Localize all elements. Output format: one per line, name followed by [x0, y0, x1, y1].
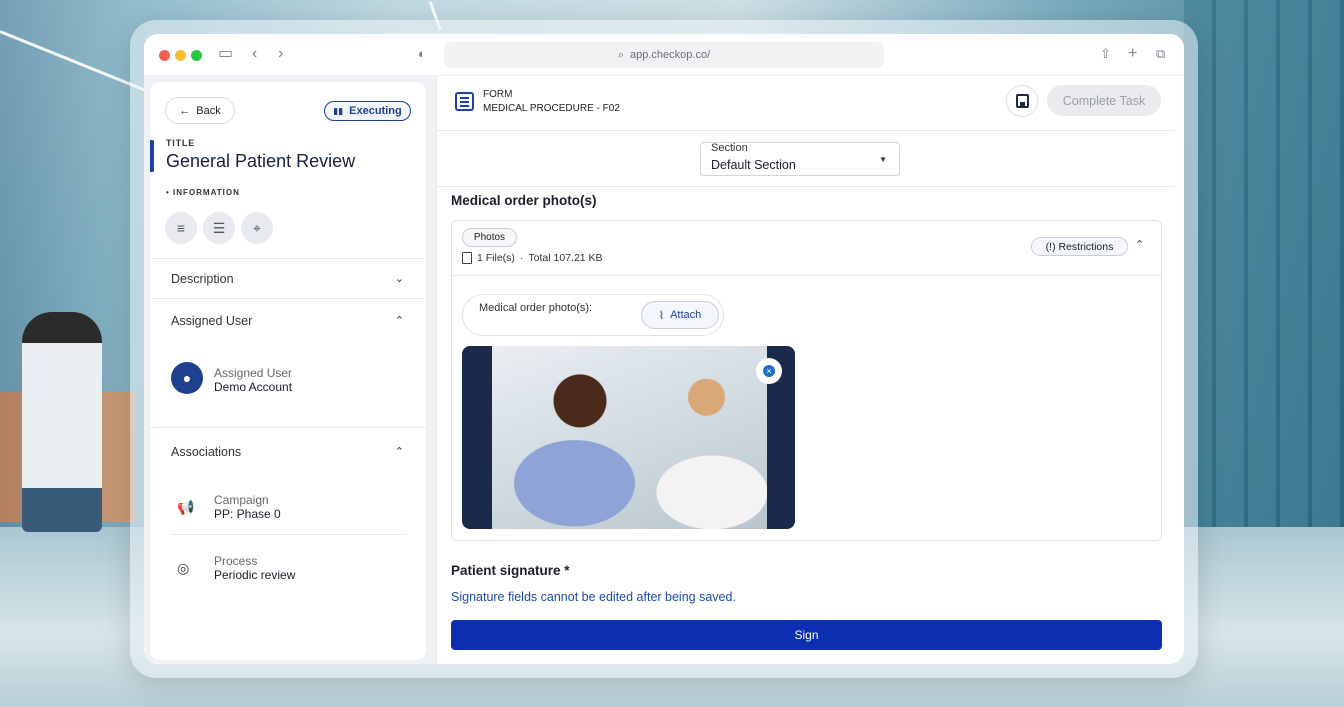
chevron-down-icon: ⌄	[394, 273, 404, 285]
remove-photo-button[interactable]: ×	[756, 358, 782, 384]
information-label: • INFORMATION	[166, 188, 240, 197]
association-process[interactable]: ◎ Process Periodic review	[171, 548, 407, 596]
attach-label: Attach	[670, 309, 702, 321]
upload-label: Medical order photo(s):	[479, 302, 593, 314]
form-name: MEDICAL PROCEDURE - F02	[483, 103, 620, 114]
section-select-value: Default Section	[711, 158, 796, 172]
association-value: PP: Phase 0	[214, 507, 281, 521]
text-lines-icon[interactable]: ≡	[165, 212, 197, 244]
new-tab-icon[interactable]: +	[1128, 45, 1137, 63]
form-icon	[455, 92, 474, 111]
file-info: 1 File(s) · Total 107.21 KB	[462, 252, 603, 264]
association-value: Periodic review	[214, 568, 296, 582]
minimize-window-icon[interactable]	[175, 50, 186, 61]
assigned-user: Assigned User Demo Account	[171, 360, 407, 408]
forward-arrow-icon[interactable]: ›	[278, 45, 283, 63]
task-details-panel: ← Back ▮▮ Executing TITLE General Patien…	[150, 82, 426, 660]
address-bar[interactable]: ⌕ app.checkop.co/	[444, 42, 884, 68]
title-label: TITLE	[166, 138, 195, 148]
save-icon	[1015, 94, 1029, 108]
file-separator: ·	[519, 252, 524, 264]
description-section[interactable]: Description ⌄	[150, 258, 426, 298]
upload-row: Medical order photo(s): ⌇ Attach	[462, 294, 724, 336]
signature-note: Signature fields cannot be edited after …	[451, 590, 736, 604]
process-icon: ◎	[177, 560, 190, 576]
save-button[interactable]	[1006, 85, 1038, 117]
status-badge: ▮▮ Executing	[324, 101, 411, 121]
complete-task-button[interactable]: Complete Task	[1047, 85, 1161, 116]
browser-window: ▭ ‹ › ◐ ⌕ app.checkop.co/ ⇧ + ⧉ ← Back ▮…	[144, 34, 1184, 664]
background-doctor-figure	[22, 312, 102, 532]
chevron-up-icon: ⌃	[394, 315, 404, 327]
assigned-user-section[interactable]: Assigned User ⌃	[150, 298, 426, 342]
assigned-user-section-label: Assigned User	[171, 313, 253, 328]
close-icon: ×	[763, 365, 775, 377]
back-button[interactable]: ← Back	[165, 97, 235, 124]
file-icon	[462, 252, 472, 264]
section-select-label: Section	[711, 142, 748, 154]
photos-field-card: Photos 1 File(s) · Total 107.21 KB (!) R…	[451, 220, 1162, 541]
section-select[interactable]: Section Default Section ▼	[700, 142, 900, 176]
assigned-user-value: Demo Account	[214, 380, 293, 394]
association-campaign[interactable]: 📢 Campaign PP: Phase 0	[171, 487, 407, 535]
location-pin-icon[interactable]: ⌖	[241, 212, 273, 244]
associations-section[interactable]: Associations ⌃	[150, 427, 426, 475]
section-divider	[437, 186, 1175, 187]
association-label: Campaign	[214, 493, 269, 507]
status-label: Executing	[349, 105, 402, 117]
card-divider	[452, 275, 1161, 276]
tabs-icon[interactable]: ⧉	[1156, 45, 1165, 63]
back-arrow-icon[interactable]: ‹	[252, 45, 257, 63]
photos-heading: Medical order photo(s)	[451, 193, 597, 208]
caret-down-icon: ▼	[879, 155, 887, 164]
chevron-up-icon: ⌃	[394, 446, 404, 458]
description-label: Description	[171, 271, 234, 286]
page-title: General Patient Review	[166, 151, 356, 171]
sign-button[interactable]: Sign	[451, 620, 1162, 650]
url-text: app.checkop.co/	[630, 49, 711, 61]
back-label: Back	[196, 104, 221, 117]
arrow-left-icon: ←	[179, 104, 191, 117]
share-icon[interactable]: ⇧	[1100, 45, 1111, 63]
file-total-size: Total 107.21 KB	[528, 252, 603, 264]
attached-photo[interactable]: ×	[462, 346, 795, 529]
form-label: FORM	[483, 89, 513, 100]
form-content: FORM MEDICAL PROCEDURE - F02 Complete Ta…	[436, 76, 1175, 664]
sidebar-icon[interactable]: ▭	[218, 45, 233, 63]
browser-toolbar: ▭ ‹ › ◐ ⌕ app.checkop.co/ ⇧ + ⧉	[144, 34, 1184, 76]
assigned-user-label: Assigned User	[214, 366, 293, 380]
search-icon: ⌕	[617, 48, 625, 61]
megaphone-icon: 📢	[177, 499, 195, 515]
photo-image	[492, 346, 767, 529]
signature-heading: Patient signature *	[451, 563, 570, 578]
close-window-icon[interactable]	[159, 50, 170, 61]
details-icon[interactable]: ☰	[203, 212, 235, 244]
association-label: Process	[214, 554, 258, 568]
title-accent-bar	[150, 140, 154, 172]
shield-icon[interactable]: ◐	[418, 45, 426, 63]
chevron-up-icon[interactable]: ⌃	[1135, 238, 1144, 251]
file-count: 1 File(s)	[477, 252, 515, 264]
maximize-window-icon[interactable]	[191, 50, 202, 61]
restrictions-button[interactable]: (!) Restrictions	[1031, 237, 1128, 256]
associations-label: Associations	[171, 444, 242, 459]
photos-chip: Photos	[462, 228, 517, 247]
header-divider	[437, 130, 1175, 131]
attach-button[interactable]: ⌇ Attach	[641, 301, 719, 329]
paperclip-icon: ⌇	[658, 309, 665, 322]
status-bars-icon: ▮▮	[333, 105, 344, 116]
